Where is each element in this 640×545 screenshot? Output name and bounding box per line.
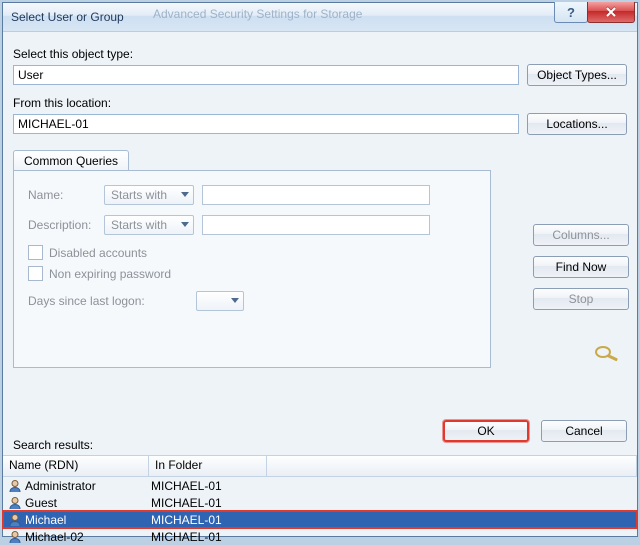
row-name: Michael [23,513,151,527]
row-folder: MICHAEL-01 [151,496,269,510]
col-folder-header[interactable]: In Folder [149,456,267,476]
stop-button[interactable]: Stop [533,288,629,310]
cancel-button[interactable]: Cancel [541,420,627,442]
col-name-header[interactable]: Name (RDN) [3,456,149,476]
window-title: Select User or Group [3,10,124,24]
titlebar: Select User or Group Advanced Security S… [3,3,637,32]
days-since-logon-label: Days since last logon: [28,294,196,308]
close-button[interactable] [587,2,635,23]
table-row[interactable]: AdministratorMICHAEL-01 [3,477,637,494]
columns-button[interactable]: Columns... [533,224,629,246]
col-spacer-header [267,456,637,476]
description-mode-combo[interactable]: Starts with [104,215,194,235]
non-expiring-label: Non expiring password [49,267,171,281]
locations-button[interactable]: Locations... [527,113,627,135]
background-window-title: Advanced Security Settings for Storage [153,7,362,21]
select-user-or-group-dialog: Select User or Group Advanced Security S… [2,2,638,537]
from-location-label: From this location: [13,96,627,110]
name-mode-value: Starts with [111,188,167,202]
disabled-accounts-label: Disabled accounts [49,246,147,260]
object-type-field[interactable]: User [13,65,519,85]
name-label: Name: [28,188,104,202]
from-location-field[interactable]: MICHAEL-01 [13,114,519,134]
row-folder: MICHAEL-01 [151,513,269,527]
non-expiring-checkbox[interactable] [28,266,43,281]
search-results-label: Search results: [13,438,93,452]
table-row[interactable]: GuestMICHAEL-01 [3,494,637,511]
days-since-logon-combo[interactable] [196,291,244,311]
table-row[interactable]: MichaelMICHAEL-01 [3,511,637,528]
row-name: Guest [23,496,151,510]
find-now-button[interactable]: Find Now [533,256,629,278]
tab-common-queries[interactable]: Common Queries [13,150,129,171]
chevron-down-icon [181,192,189,197]
table-row[interactable]: Michael-02MICHAEL-01 [3,528,637,545]
description-mode-value: Starts with [111,218,167,232]
results-list: Name (RDN) In Folder AdministratorMICHAE… [3,455,637,532]
row-folder: MICHAEL-01 [151,530,269,544]
help-icon: ? [567,5,575,20]
user-icon [7,529,23,545]
help-button[interactable]: ? [554,2,588,23]
user-icon [7,478,23,494]
close-icon [605,7,617,17]
ok-button[interactable]: OK [443,420,529,442]
chevron-down-icon [231,298,239,303]
row-folder: MICHAEL-01 [151,479,269,493]
object-types-button[interactable]: Object Types... [527,64,627,86]
name-mode-combo[interactable]: Starts with [104,185,194,205]
name-input[interactable] [202,185,430,205]
description-label: Description: [28,218,104,232]
row-name: Michael-02 [23,530,151,544]
description-input[interactable] [202,215,430,235]
user-icon [7,512,23,528]
user-icon [7,495,23,511]
object-type-label: Select this object type: [13,47,627,61]
results-header: Name (RDN) In Folder [3,455,637,477]
search-icon [593,341,621,366]
row-name: Administrator [23,479,151,493]
chevron-down-icon [181,222,189,227]
common-queries-panel: Name: Starts with Description: Starts wi… [13,170,491,368]
disabled-accounts-checkbox[interactable] [28,245,43,260]
